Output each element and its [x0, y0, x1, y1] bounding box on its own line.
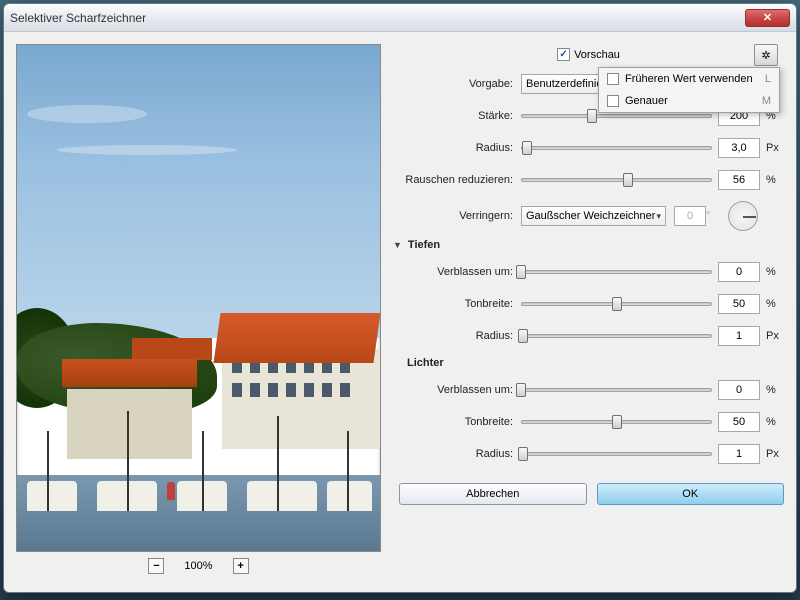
degree-unit: ° [706, 210, 724, 222]
radius-input[interactable] [718, 138, 760, 158]
preview-image[interactable] [16, 44, 381, 552]
noise-row: Rauschen reduzieren: % [393, 169, 784, 191]
shadows-fade-label: Verblassen um: [393, 266, 521, 278]
ok-button[interactable]: OK [597, 483, 785, 505]
disclosure-triangle-icon: ▼ [393, 240, 402, 250]
zoom-level: 100% [184, 560, 212, 572]
shadows-radius-input[interactable] [718, 326, 760, 346]
highlights-radius-row: Radius: Px [393, 443, 784, 465]
popup-label: Früheren Wert verwenden [625, 73, 753, 85]
radius-row: Radius: Px [393, 137, 784, 159]
popup-shortcut: L [765, 73, 771, 85]
angle-input[interactable] [674, 206, 706, 226]
highlights-section-header[interactable]: Lichter [407, 357, 784, 369]
preset-label: Vorgabe: [393, 78, 521, 90]
highlights-fade-input[interactable] [718, 380, 760, 400]
strength-label: Stärke: [393, 110, 521, 122]
shadows-width-row: Tonbreite: % [393, 293, 784, 315]
preview-checkbox[interactable]: ✓ [557, 48, 570, 61]
unit: % [766, 266, 784, 278]
popup-item-accurate[interactable]: Genauer M [599, 90, 779, 112]
ok-label: OK [682, 488, 698, 500]
preview-row: ✓ Vorschau [393, 48, 784, 61]
preview-label: Vorschau [574, 49, 620, 61]
minus-icon: − [153, 560, 159, 572]
zoom-bar: − 100% + [16, 552, 381, 580]
reduce-value: Gaußscher Weichzeichner [526, 210, 655, 222]
unit: % [766, 298, 784, 310]
zoom-out-button[interactable]: − [148, 558, 164, 574]
dialog-content: − 100% + ✲ Früheren Wert verwenden L Gen… [4, 32, 796, 592]
highlights-header-text: Lichter [407, 357, 444, 369]
unit: % [766, 416, 784, 428]
unit: Px [766, 142, 784, 154]
highlights-fade-slider[interactable] [521, 381, 712, 399]
highlights-width-input[interactable] [718, 412, 760, 432]
settings-button[interactable]: ✲ [754, 44, 778, 66]
popup-label: Genauer [625, 95, 668, 107]
settings-popup: Früheren Wert verwenden L Genauer M [598, 67, 780, 113]
unit: % [766, 384, 784, 396]
accurate-checkbox[interactable] [607, 95, 619, 107]
shadows-fade-row: Verblassen um: % [393, 261, 784, 283]
plus-icon: + [237, 560, 243, 572]
unit: Px [766, 330, 784, 342]
window-title: Selektiver Scharfzeichner [10, 11, 745, 25]
controls-pane: ✲ Früheren Wert verwenden L Genauer M ✓ … [393, 44, 784, 580]
shadows-header-text: Tiefen [408, 239, 440, 251]
shadows-section-header[interactable]: ▼ Tiefen [393, 239, 784, 251]
reduce-label: Verringern: [393, 210, 521, 222]
noise-label: Rauschen reduzieren: [393, 174, 521, 186]
shadows-radius-slider[interactable] [521, 327, 712, 345]
shadows-radius-label: Radius: [393, 330, 521, 342]
shadows-width-input[interactable] [718, 294, 760, 314]
cancel-label: Abbrechen [466, 488, 519, 500]
shadows-width-label: Tonbreite: [393, 298, 521, 310]
radius-label: Radius: [393, 142, 521, 154]
highlights-fade-row: Verblassen um: % [393, 379, 784, 401]
highlights-radius-slider[interactable] [521, 445, 712, 463]
angle-dial[interactable] [728, 201, 758, 231]
shadows-width-slider[interactable] [521, 295, 712, 313]
reduce-dropdown[interactable]: Gaußscher Weichzeichner [521, 206, 666, 226]
shadows-fade-slider[interactable] [521, 263, 712, 281]
close-icon: ✕ [763, 11, 772, 24]
highlights-width-label: Tonbreite: [393, 416, 521, 428]
dialog-window: Selektiver Scharfzeichner ✕ − 100 [3, 3, 797, 593]
noise-input[interactable] [718, 170, 760, 190]
highlights-radius-label: Radius: [393, 448, 521, 460]
zoom-in-button[interactable]: + [233, 558, 249, 574]
reduce-row: Verringern: Gaußscher Weichzeichner ° [393, 201, 784, 231]
button-row: Abbrechen OK [393, 483, 784, 505]
shadows-radius-row: Radius: Px [393, 325, 784, 347]
radius-slider[interactable] [521, 139, 712, 157]
unit: % [766, 174, 784, 186]
popup-shortcut: M [762, 95, 771, 107]
highlights-width-row: Tonbreite: % [393, 411, 784, 433]
legacy-checkbox[interactable] [607, 73, 619, 85]
highlights-width-slider[interactable] [521, 413, 712, 431]
gear-icon: ✲ [761, 49, 770, 62]
unit: Px [766, 448, 784, 460]
close-button[interactable]: ✕ [745, 9, 790, 27]
highlights-fade-label: Verblassen um: [393, 384, 521, 396]
noise-slider[interactable] [521, 171, 712, 189]
preset-value: Benutzerdefiniert [526, 78, 609, 90]
popup-item-legacy[interactable]: Früheren Wert verwenden L [599, 68, 779, 90]
cancel-button[interactable]: Abbrechen [399, 483, 587, 505]
preview-pane: − 100% + [16, 44, 381, 580]
highlights-radius-input[interactable] [718, 444, 760, 464]
titlebar[interactable]: Selektiver Scharfzeichner ✕ [4, 4, 796, 32]
shadows-fade-input[interactable] [718, 262, 760, 282]
